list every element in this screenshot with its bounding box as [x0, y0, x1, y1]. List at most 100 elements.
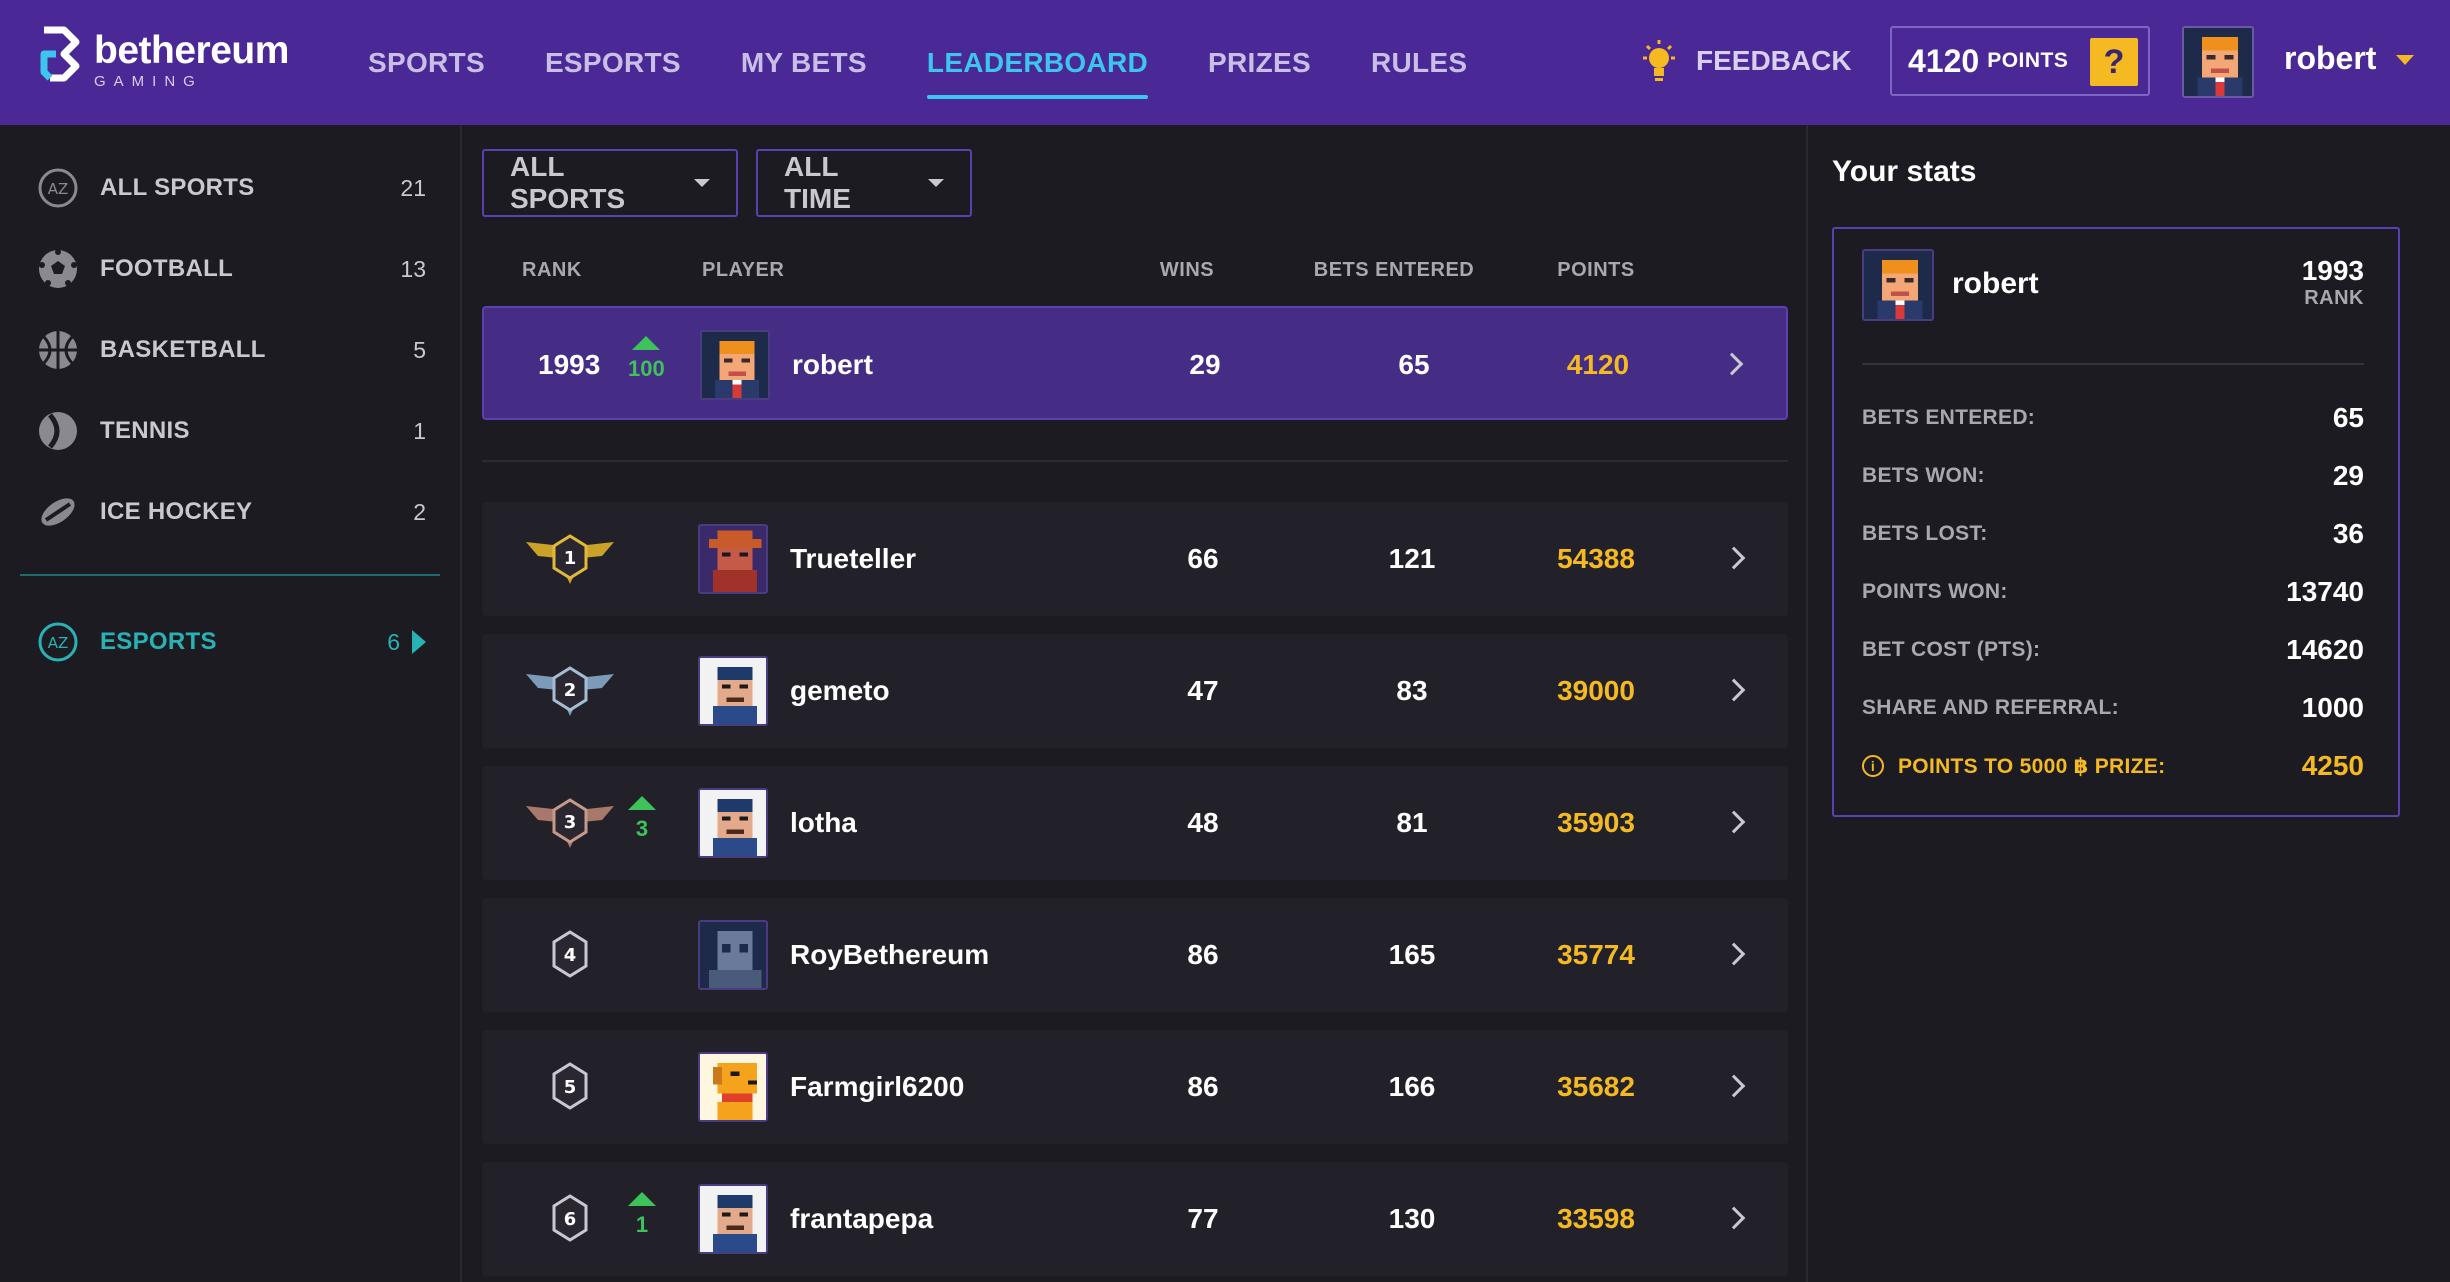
bethereum-logo[interactable]: bethereum GAMING — [36, 24, 289, 96]
rank-number: 1993 — [538, 349, 601, 380]
rank-number: 1 — [564, 548, 577, 569]
chevron-right-icon — [1722, 810, 1746, 834]
stat-bets-lost: BETS LOST: 36 — [1862, 514, 2364, 554]
table-row[interactable]: 3 3 lotha 48 81 35903 — [482, 766, 1788, 880]
feedback-label: FEEDBACK — [1696, 45, 1852, 76]
brand-name: bethereum — [94, 28, 289, 72]
points-display[interactable]: 4120 POINTS ? — [1890, 26, 2150, 96]
stats-rank-value: 1993 — [2301, 255, 2364, 286]
nav-my-bets[interactable]: MY BETS — [741, 0, 867, 125]
stat-label: POINTS WON: — [1862, 580, 2008, 603]
table-row[interactable]: 6 1 frantapepa 77 130 33598 — [482, 1162, 1788, 1276]
sports-sidebar: AZ ALL SPORTS 21 FOOTBALL 13 BASKETBALL … — [0, 125, 462, 1282]
sidebar-item-count: 1 — [413, 417, 426, 444]
bets-entered-value: 121 — [1388, 543, 1436, 574]
wins-value: 86 — [1187, 939, 1219, 970]
help-button[interactable]: ? — [2090, 38, 2138, 86]
table-row[interactable]: 2 gemeto 47 83 39000 — [482, 634, 1788, 748]
nav-esports[interactable]: ESPORTS — [545, 0, 681, 125]
column-header-points: POINTS — [1557, 259, 1635, 281]
points-value: 35774 — [1557, 939, 1635, 970]
avatar — [1862, 249, 1934, 321]
chevron-right-icon — [412, 630, 426, 654]
sidebar-item-tennis[interactable]: TENNIS 1 — [36, 404, 426, 458]
sidebar-item-label: ALL SPORTS — [100, 174, 255, 201]
chevron-down-icon[interactable] — [2396, 55, 2414, 65]
table-row[interactable]: 5 Farmgirl6200 86 166 35682 — [482, 1030, 1788, 1144]
stat-value: 36 — [2332, 518, 2364, 549]
sidebar-item-esports[interactable]: AZ ESPORTS 6 — [36, 615, 426, 669]
my-rank-row[interactable]: 1993 100 robert 29 65 4120 — [482, 306, 1788, 420]
avatar — [700, 330, 770, 400]
stat-value: 29 — [2332, 460, 2364, 491]
top-navigation-bar: bethereum GAMING SPORTS ESPORTS MY BETS … — [0, 0, 2450, 125]
sport-filter-label: ALL SPORTS — [510, 151, 626, 214]
chevron-right-icon — [1720, 352, 1744, 376]
bets-entered-value: 81 — [1396, 807, 1428, 838]
points-value: 4120 — [1908, 42, 1980, 79]
feedback-button[interactable]: FEEDBACK — [1638, 38, 1852, 84]
column-header-bets-entered: BETS ENTERED — [1313, 259, 1475, 281]
stat-share-referral: SHARE AND REFERRAL: 1000 — [1862, 688, 2364, 728]
column-header-player: PLAYER — [702, 259, 785, 281]
nav-rules[interactable]: RULES — [1371, 0, 1467, 125]
table-row[interactable]: 4 RoyBethereum 86 165 35774 — [482, 898, 1788, 1012]
stats-divider — [1862, 363, 2364, 365]
chevron-right-icon — [1722, 546, 1746, 570]
time-filter-dropdown[interactable]: ALL TIME — [756, 149, 972, 217]
rank-change-value: 1 — [635, 1212, 649, 1237]
time-filter-label: ALL TIME — [784, 151, 851, 214]
table-row[interactable]: 1 Trueteller 66 121 54388 — [482, 502, 1788, 616]
bronze-rank-badge-icon: 3 — [526, 798, 614, 848]
stats-rank: 1993 RANK — [2302, 255, 2364, 310]
stat-label: SHARE AND REFERRAL: — [1862, 696, 2119, 719]
wins-value: 77 — [1187, 1203, 1219, 1234]
wins-value: 29 — [1189, 349, 1221, 380]
az-icon: AZ — [38, 622, 78, 662]
player-name: lotha — [790, 807, 857, 838]
sidebar-item-label: BASKETBALL — [100, 336, 266, 363]
player-name: Farmgirl6200 — [790, 1071, 965, 1102]
stats-username: robert — [1952, 267, 2039, 300]
nav-leaderboard[interactable]: LEADERBOARD — [926, 0, 1149, 125]
sidebar-item-basketball[interactable]: BASKETBALL 5 — [36, 323, 426, 377]
stats-card: robert 1993 RANK BETS ENTERED: 65 BETS W… — [1832, 227, 2400, 817]
chevron-right-icon — [1722, 1206, 1746, 1230]
sidebar-item-ice-hockey[interactable]: ICE HOCKEY 2 — [36, 485, 426, 539]
points-value: 35682 — [1557, 1071, 1635, 1102]
points-value: 39000 — [1557, 675, 1635, 706]
sidebar-item-label: TENNIS — [100, 417, 190, 444]
points-value: 4120 — [1566, 349, 1630, 380]
stats-title: Your stats — [1832, 155, 1977, 188]
stat-label: BETS LOST: — [1862, 522, 1988, 545]
bets-entered-value: 65 — [1398, 349, 1430, 380]
sidebar-item-all-sports[interactable]: AZ ALL SPORTS 21 — [36, 161, 426, 215]
sport-filter-dropdown[interactable]: ALL SPORTS — [482, 149, 738, 217]
chevron-down-icon — [928, 179, 944, 187]
rank-number: 3 — [564, 812, 577, 833]
stat-bet-cost: BET COST (PTS): 14620 — [1862, 630, 2364, 670]
wins-value: 86 — [1187, 1071, 1219, 1102]
tennis-icon — [39, 412, 77, 450]
nav-sports[interactable]: SPORTS — [368, 0, 485, 125]
bethereum-logo-icon — [40, 26, 80, 82]
rank-number: 6 — [564, 1209, 577, 1230]
avatar[interactable] — [2182, 26, 2254, 98]
points-unit: POINTS — [1987, 49, 2069, 72]
avatar — [698, 1184, 768, 1254]
silver-rank-badge-icon: 2 — [526, 666, 614, 716]
chevron-down-icon — [694, 179, 710, 187]
svg-text:AZ: AZ — [48, 180, 69, 198]
basketball-icon — [39, 331, 77, 369]
nav-prizes[interactable]: PRIZES — [1208, 0, 1311, 125]
info-icon[interactable]: i — [1862, 755, 1884, 777]
player-name: Trueteller — [790, 543, 917, 574]
sidebar-item-label: ESPORTS — [100, 628, 217, 655]
bets-entered-value: 165 — [1388, 939, 1436, 970]
stat-value: 4250 — [2301, 750, 2364, 781]
sidebar-item-football[interactable]: FOOTBALL 13 — [36, 242, 426, 296]
stat-value: 65 — [2332, 402, 2364, 433]
az-icon: AZ — [38, 168, 78, 208]
username[interactable]: robert — [2284, 40, 2376, 77]
points-value: 33598 — [1557, 1203, 1635, 1234]
